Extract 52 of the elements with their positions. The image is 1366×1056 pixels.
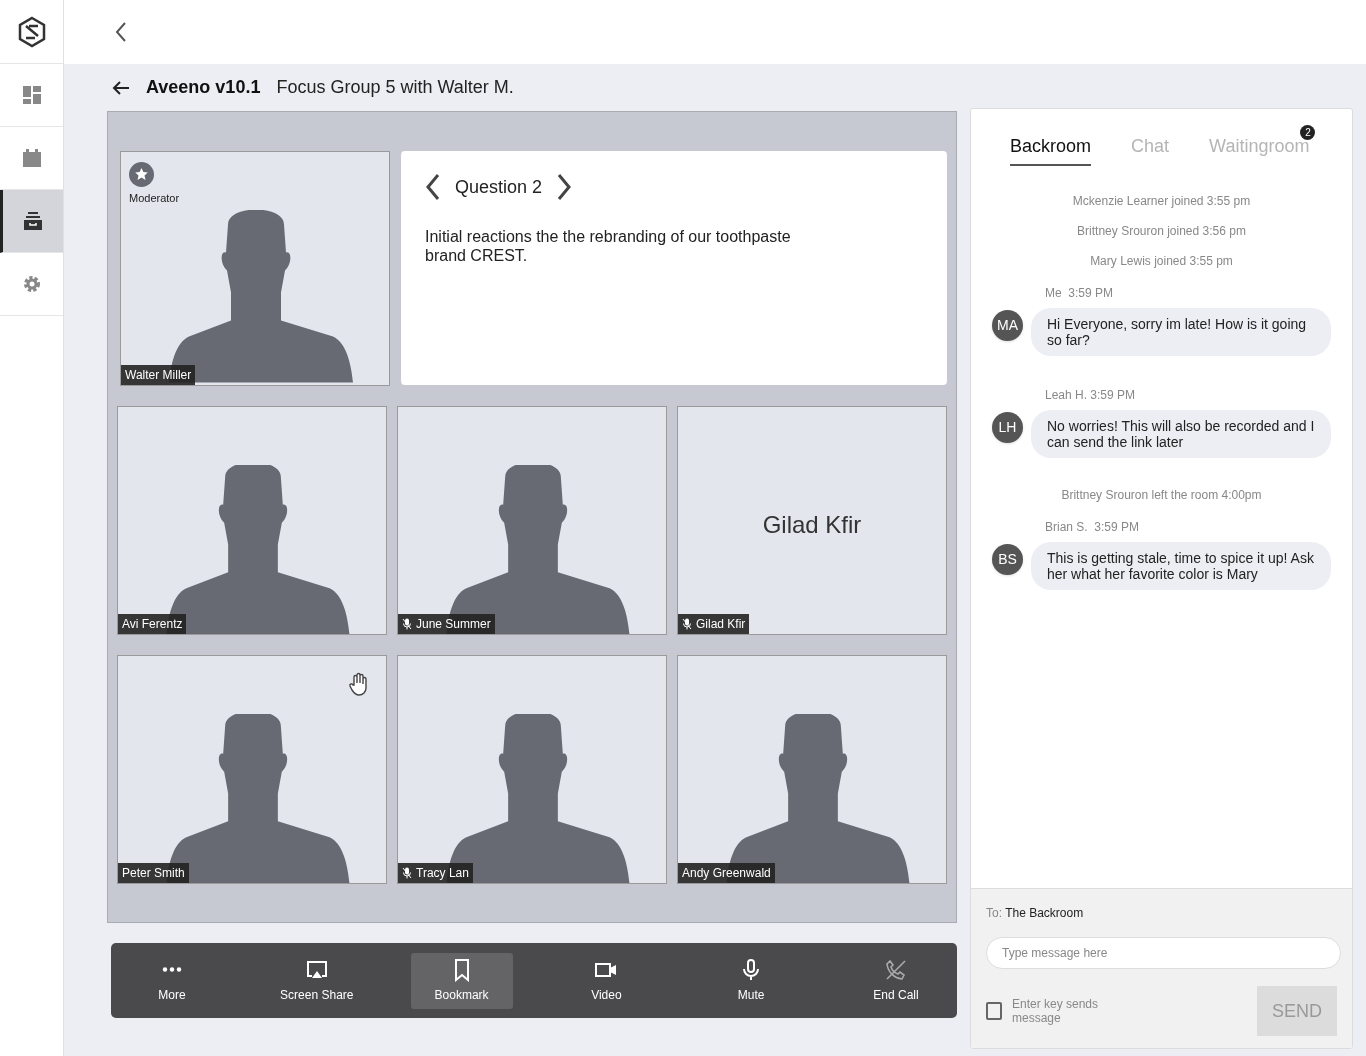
participant-name: Gilad Kfir	[761, 510, 863, 540]
message-bubble: No worries! This will also be recorded and I can send the link later	[1031, 410, 1331, 458]
session-title: Focus Group 5 with Walter M.	[276, 76, 514, 99]
system-message: Brittney Srouron left the room 4:00pm	[1060, 487, 1263, 504]
toolbar-button[interactable]: Screen Share	[265, 952, 368, 1009]
recipient-name: The Backroom	[1005, 906, 1084, 920]
name-tag: Peter Smith	[118, 863, 189, 883]
avatar: MA	[992, 310, 1023, 341]
toolbar-button[interactable]: End Call	[845, 952, 947, 1009]
name-tag: Avi Ferentz	[118, 614, 187, 634]
message-bubble: Hi Everyone, sorry im late! How is it going so far?	[1031, 308, 1331, 356]
toolbar-button[interactable]: More	[121, 952, 223, 1009]
chat-tab[interactable]: Backroom	[1010, 133, 1092, 166]
toolbar-button[interactable]: Video	[555, 952, 658, 1009]
question-text: Initial reactions the the rebranding of our toothpaste brand CREST.	[425, 227, 792, 265]
chevron-left-icon	[114, 21, 128, 43]
question-title: Question 2	[455, 175, 543, 199]
archive-icon	[23, 211, 43, 231]
checkbox-label: Enter key sends message	[1012, 997, 1100, 1025]
message-meta: Leah H. 3:59 PM	[1044, 387, 1137, 404]
phone-off-icon	[884, 957, 908, 982]
system-message: Mckenzie Learner joined 3:55 pm	[1071, 193, 1252, 210]
moderator-label: Moderator	[129, 191, 180, 206]
message-meta: Brian S. 3:59 PM	[1044, 519, 1141, 536]
name-tag: June Summer	[398, 614, 495, 634]
name-tag: Gilad Kfir	[678, 614, 750, 634]
project-title: Aveeno v10.1	[146, 76, 261, 99]
system-message: Mary Lewis joined 3:55 pm	[1089, 253, 1234, 270]
avatar: LH	[992, 412, 1023, 443]
name-tag: Tracy Lan	[398, 863, 473, 883]
back-arrow-icon[interactable]	[112, 80, 130, 95]
message-meta: Me 3:59 PM	[1044, 285, 1115, 302]
name-tag: Andy Greenwald	[678, 863, 775, 883]
toolbar-button[interactable]: Bookmark	[410, 952, 513, 1009]
next-question-button[interactable]	[556, 173, 573, 201]
logo-icon	[16, 15, 47, 48]
toolbar-button[interactable]: Mute	[700, 952, 803, 1009]
to-label: To:	[986, 906, 1002, 920]
checkbox[interactable]	[986, 1002, 1002, 1020]
calendar-icon	[21, 148, 42, 168]
message-bubble: This is getting stale, time to spice it up! Ask her what her favorite color is Mary	[1031, 542, 1331, 590]
gear-icon	[21, 274, 42, 294]
star-badge-icon	[129, 162, 154, 187]
more-icon	[162, 967, 182, 972]
name-tag: Walter Miller	[121, 365, 196, 385]
sidebar-item[interactable]	[0, 190, 63, 253]
avatar: BS	[992, 544, 1023, 575]
dashboard-icon	[21, 85, 42, 105]
previous-question-button[interactable]	[425, 173, 441, 201]
count-badge: 2	[1300, 125, 1316, 140]
message-input[interactable]: Type message here	[986, 937, 1341, 969]
system-message: Brittney Srouron joined 3:56 pm	[1076, 223, 1247, 240]
